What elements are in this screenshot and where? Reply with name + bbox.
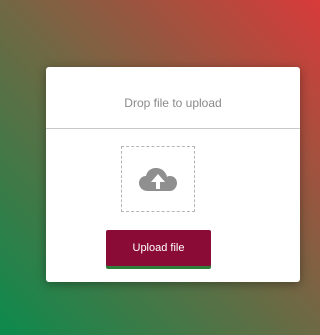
cloud-upload-icon bbox=[139, 168, 177, 191]
upload-file-button[interactable]: Upload file bbox=[106, 230, 211, 266]
upload-card-title: Drop file to upload bbox=[46, 67, 300, 129]
upload-card: Drop file to upload Upload file bbox=[46, 67, 300, 282]
file-drop-zone[interactable] bbox=[121, 146, 195, 212]
